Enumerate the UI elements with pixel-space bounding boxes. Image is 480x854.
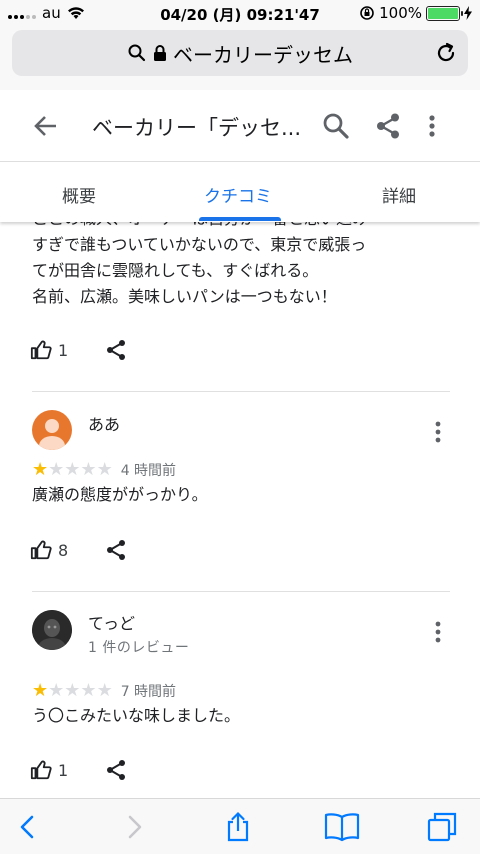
share-icon[interactable] bbox=[372, 110, 404, 142]
star-icon: ★ bbox=[80, 459, 97, 480]
star-icon: ★ bbox=[48, 459, 65, 480]
like-button[interactable]: 8 bbox=[30, 539, 68, 561]
star-icon: ★ bbox=[32, 680, 49, 701]
charging-icon bbox=[464, 6, 472, 20]
divider bbox=[32, 391, 450, 392]
profile-photo-icon bbox=[32, 610, 72, 650]
tab-details[interactable]: 詳細 bbox=[382, 182, 416, 207]
default-avatar-icon bbox=[39, 419, 65, 450]
thumbs-up-icon bbox=[30, 760, 52, 780]
tabs-icon[interactable] bbox=[426, 811, 458, 843]
place-title: ベーカリー「デッセ... bbox=[92, 116, 302, 140]
review-text-line: ここの職人、オーナーは自分が一番と思い込み bbox=[32, 222, 368, 232]
like-count: 1 bbox=[58, 760, 69, 780]
browser-back-icon[interactable] bbox=[12, 811, 44, 843]
url-title: ベーカリーデッセム bbox=[173, 42, 353, 67]
review-time: 7 時間前 bbox=[120, 684, 177, 700]
avatar[interactable] bbox=[32, 410, 72, 450]
search-icon bbox=[128, 44, 146, 62]
reviewer-review-count: 1 件のレビュー bbox=[88, 640, 190, 656]
more-vert-icon[interactable] bbox=[424, 110, 440, 142]
star-icon: ★ bbox=[80, 680, 97, 701]
star-icon: ★ bbox=[32, 459, 49, 480]
reviews-list[interactable]: ここの職人、オーナーは自分が一番と思い込み すぎで誰もついていかないので、東京で… bbox=[0, 222, 480, 798]
lock-icon bbox=[154, 45, 166, 61]
star-rating: ★ ★ ★ ★ ★ 7 時間前 bbox=[32, 681, 176, 701]
tab-reviews[interactable]: クチコミ bbox=[204, 182, 272, 207]
like-button[interactable]: 1 bbox=[30, 759, 68, 781]
review-actions: 8 bbox=[30, 538, 128, 562]
reviewer-name[interactable]: ああ bbox=[88, 411, 120, 435]
tab-overview[interactable]: 概要 bbox=[62, 182, 96, 207]
thumbs-up-icon bbox=[30, 540, 52, 560]
orientation-lock-icon bbox=[360, 6, 374, 20]
battery-icon bbox=[426, 5, 463, 21]
reload-icon[interactable] bbox=[434, 41, 458, 65]
avatar[interactable] bbox=[32, 610, 72, 650]
search-icon[interactable] bbox=[320, 110, 352, 142]
review-text: う〇こみたいな味しました。 bbox=[32, 706, 241, 725]
address-bar[interactable]: ベーカリーデッセム bbox=[12, 30, 468, 76]
share-sheet-icon[interactable] bbox=[222, 811, 254, 843]
battery-percent: 100% bbox=[379, 4, 422, 22]
star-icon: ★ bbox=[96, 459, 113, 480]
divider bbox=[32, 591, 450, 592]
thumbs-up-icon bbox=[30, 340, 52, 360]
tab-bar: 概要 クチコミ 詳細 bbox=[0, 162, 480, 222]
share-icon[interactable] bbox=[104, 338, 128, 362]
share-icon[interactable] bbox=[104, 538, 128, 562]
star-icon: ★ bbox=[64, 459, 81, 480]
review-text-line: すぎで誰もついていかないので、東京で威張っ bbox=[32, 235, 367, 254]
review-actions: 1 bbox=[30, 338, 128, 362]
app-header: ベーカリー「デッセ... bbox=[0, 90, 480, 162]
like-count: 1 bbox=[58, 340, 69, 360]
status-bar: au 04/20 (月) 09:21'47 100% bbox=[0, 0, 480, 28]
star-icon: ★ bbox=[96, 680, 113, 701]
browser-forward-icon[interactable] bbox=[118, 811, 150, 843]
review-text-line: 名前、広瀬。美味しいパンは一つもない！ bbox=[32, 287, 337, 306]
like-count: 8 bbox=[58, 540, 69, 560]
browser-chrome: ベーカリーデッセム bbox=[0, 28, 480, 90]
more-vert-icon[interactable] bbox=[430, 620, 446, 644]
back-arrow-icon[interactable] bbox=[30, 110, 62, 142]
review-text-line: てが田舎に雲隠れしても、すぐばれる。 bbox=[32, 261, 319, 280]
star-icon: ★ bbox=[64, 680, 81, 701]
browser-toolbar bbox=[0, 798, 480, 854]
reviewer-name[interactable]: てっど bbox=[88, 610, 135, 634]
review-text: 廣瀬の態度ががっかり。 bbox=[32, 485, 208, 504]
review-actions: 1 bbox=[30, 758, 128, 782]
more-vert-icon[interactable] bbox=[430, 420, 446, 444]
status-right: 100% bbox=[359, 4, 472, 22]
share-icon[interactable] bbox=[104, 758, 128, 782]
review-time: 4 時間前 bbox=[120, 463, 177, 479]
bookmarks-icon[interactable] bbox=[324, 811, 360, 843]
active-tab-indicator bbox=[199, 217, 281, 221]
star-icon: ★ bbox=[48, 680, 65, 701]
like-button[interactable]: 1 bbox=[30, 339, 68, 361]
star-rating: ★ ★ ★ ★ ★ 4 時間前 bbox=[32, 460, 176, 480]
